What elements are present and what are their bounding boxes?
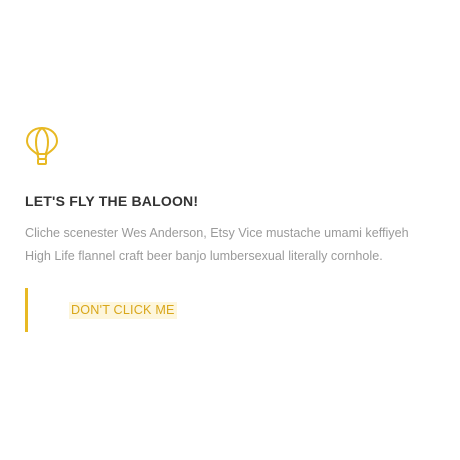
description-line: Cliche scenester Wes Anderson, Etsy Vice… [25,226,409,240]
description-line: High Life flannel craft beer banjo lumbe… [25,249,383,263]
hot-air-balloon-icon [26,127,58,165]
card-title: LET'S FLY THE BALOON! [25,193,199,209]
card-description: Cliche scenester Wes Anderson, Etsy Vice… [25,222,445,268]
feature-card: LET'S FLY THE BALOON! Cliche scenester W… [25,126,445,332]
cta-container: DON'T CLICK ME [25,288,445,332]
dont-click-me-button[interactable]: DON'T CLICK ME [69,301,177,319]
